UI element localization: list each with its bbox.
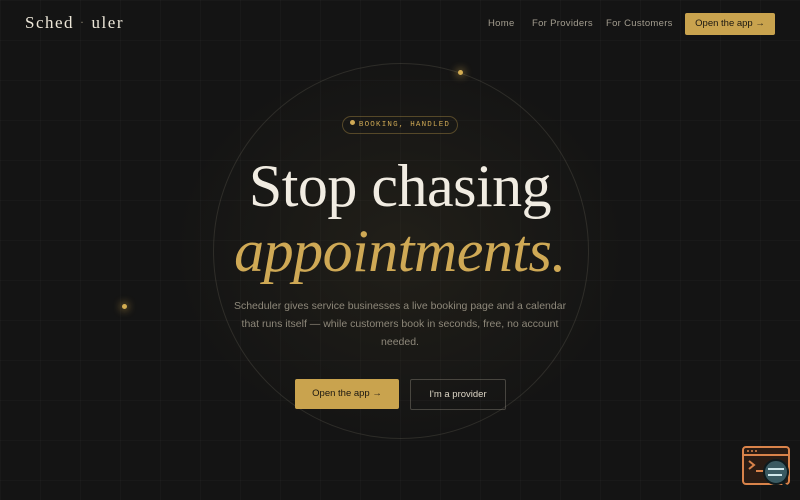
logo[interactable]: Sched · uler — [25, 13, 124, 33]
logo-text-1: Sched — [25, 13, 75, 32]
logo-text-2: uler — [91, 13, 124, 32]
top-nav: Sched · uler Home For Providers For Custom… — [0, 0, 800, 48]
open-app-button[interactable]: Open the app → — [295, 379, 399, 409]
terminal-chat-widget-icon[interactable] — [742, 446, 792, 490]
badge-dot-icon — [349, 120, 355, 125]
nav-open-app-button[interactable]: Open the app → — [685, 13, 775, 35]
hero-badge: BOOKING, HANDLED — [342, 116, 458, 134]
hero-badge-text: BOOKING, HANDLED — [358, 121, 451, 129]
nav-link-home[interactable]: Home — [488, 18, 515, 29]
sparkle-dot — [122, 304, 127, 309]
logo-separator: · — [80, 15, 86, 29]
nav-link-customers[interactable]: For Customers — [606, 18, 673, 29]
nav-link-providers[interactable]: For Providers — [532, 18, 593, 29]
hero-title-line2: appointments. — [234, 218, 566, 284]
hero-subtitle: Scheduler gives service businesses a liv… — [233, 300, 567, 348]
provider-button[interactable]: I'm a provider — [410, 379, 506, 410]
hero-title-line1: Stop chasing — [248, 153, 552, 219]
sparkle-dot — [458, 70, 463, 75]
